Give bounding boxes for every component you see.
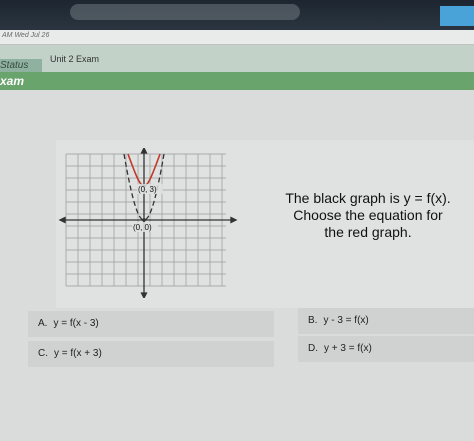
unit-title: Unit 2 Exam bbox=[50, 54, 100, 64]
function-graph: (0, 3) (0, 0) bbox=[58, 148, 238, 298]
vertex-point-origin bbox=[142, 218, 146, 222]
browser-top-bar bbox=[0, 0, 474, 30]
question-line-2: Choose the equation for bbox=[293, 207, 443, 223]
choice-text: y = f(x - 3) bbox=[53, 318, 99, 329]
exam-nav-band: xam bbox=[0, 72, 474, 90]
answer-choice-a[interactable]: A. y = f(x - 3) bbox=[28, 311, 274, 337]
info-bar: AM Wed Jul 26 bbox=[0, 30, 474, 45]
status-label[interactable]: Status bbox=[0, 60, 28, 71]
label-point-top: (0, 3) bbox=[138, 185, 157, 194]
corner-badge-icon bbox=[440, 6, 474, 26]
choice-text: y - 3 = f(x) bbox=[323, 315, 369, 326]
timestamp: AM Wed Jul 26 bbox=[2, 32, 50, 39]
status-bar: Status Unit 2 Exam bbox=[0, 45, 474, 72]
question-line-1: The black graph is y = f(x). bbox=[285, 190, 451, 206]
exam-tab[interactable]: xam bbox=[0, 72, 24, 90]
choice-letter: D. bbox=[308, 343, 318, 354]
label-point-origin: (0, 0) bbox=[133, 223, 152, 232]
question-text: The black graph is y = f(x). Choose the … bbox=[262, 190, 474, 241]
choice-letter: B. bbox=[308, 315, 318, 326]
question-line-3: the red graph. bbox=[324, 224, 412, 240]
choice-text: y = f(x + 3) bbox=[54, 348, 102, 359]
answer-choice-c[interactable]: C. y = f(x + 3) bbox=[28, 341, 274, 367]
choice-letter: C. bbox=[38, 348, 48, 359]
choice-text: y + 3 = f(x) bbox=[324, 343, 372, 354]
screen-glare bbox=[70, 4, 300, 20]
choice-letter: A. bbox=[38, 318, 48, 329]
answer-choice-d[interactable]: D. y + 3 = f(x) bbox=[298, 336, 474, 362]
answer-choice-b[interactable]: B. y - 3 = f(x) bbox=[298, 308, 474, 334]
